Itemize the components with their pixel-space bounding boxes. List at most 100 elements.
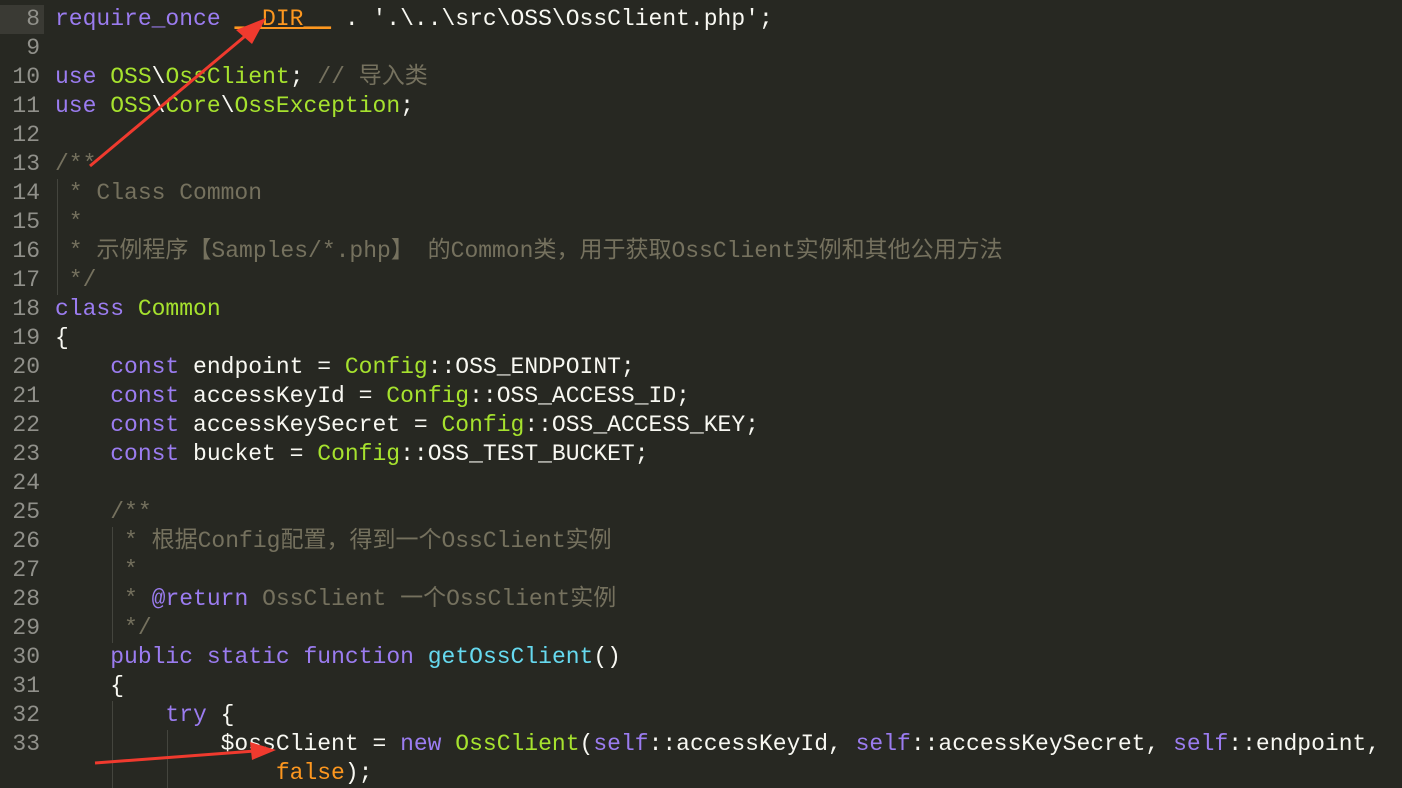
line-number: 19 — [12, 325, 40, 351]
code-line[interactable]: 32 try { — [0, 701, 1402, 730]
code-token: ::OSS_TEST_BUCKET; — [400, 441, 649, 467]
code-line[interactable]: 28 * @return OssClient 一个OssClient实例 — [0, 585, 1402, 614]
code-line[interactable]: 21 const accessKeyId = Config::OSS_ACCES… — [0, 382, 1402, 411]
code-token: * 根据Config配置，得到一个OssClient实例 — [110, 528, 612, 554]
code-line[interactable]: 15 * — [0, 208, 1402, 237]
code-token: { — [55, 673, 125, 699]
code-token: use — [55, 64, 97, 90]
code-text: * 示例程序【Samples/*.php】 的Common类，用于获取OssCl… — [55, 237, 1003, 266]
code-token: bucket = — [179, 441, 318, 467]
code-token: . '.\..\src\OSS\OssClient.php'; — [331, 6, 773, 32]
code-token: ::OSS_ACCESS_KEY; — [524, 412, 759, 438]
code-text: class Common — [55, 295, 221, 324]
line-number: 24 — [12, 470, 40, 496]
code-token: accessKeyId = — [179, 383, 387, 409]
line-number: 29 — [12, 615, 40, 641]
code-line[interactable]: 25 /** — [0, 498, 1402, 527]
code-editor[interactable]: 8 require_once __DIR__ . '.\..\src\OSS\Os… — [0, 5, 1402, 788]
code-token: OSS — [110, 64, 152, 90]
code-line[interactable]: 17 */ — [0, 266, 1402, 295]
code-text: const accessKeySecret = Config::OSS_ACCE… — [55, 411, 759, 440]
code-line[interactable]: 24 — [0, 469, 1402, 498]
code-line[interactable]: 12 — [0, 121, 1402, 150]
code-line[interactable]: 27 * — [0, 556, 1402, 585]
code-line[interactable]: 16 * 示例程序【Samples/*.php】 的Common类，用于获取Os… — [0, 237, 1402, 266]
code-line[interactable]: 19 { — [0, 324, 1402, 353]
code-token: new — [400, 731, 442, 757]
code-text: */ — [55, 266, 97, 295]
code-text: public static function getOssClient() — [55, 643, 621, 672]
code-line[interactable]: 9 — [0, 34, 1402, 63]
code-line[interactable]: 29 */ — [0, 614, 1402, 643]
code-text: /** — [55, 150, 96, 179]
code-token: ::OSS_ENDPOINT; — [427, 354, 635, 380]
code-line[interactable]: 8 require_once __DIR__ . '.\..\src\OSS\Os… — [0, 5, 1402, 34]
code-token: self — [1173, 731, 1229, 757]
code-text: * @return OssClient 一个OssClient实例 — [55, 585, 616, 614]
code-token: ( — [579, 731, 594, 757]
code-text: use OSS\OssClient; // 导入类 — [55, 63, 428, 92]
code-line[interactable]: 23 const bucket = Config::OSS_TEST_BUCKE… — [0, 440, 1402, 469]
code-token: self — [855, 731, 911, 757]
code-line[interactable]: 30 public static function getOssClient() — [0, 643, 1402, 672]
code-token: OssClient — [455, 731, 580, 757]
code-token: */ — [55, 267, 97, 293]
code-text: const endpoint = Config::OSS_ENDPOINT; — [55, 353, 635, 382]
line-number: 11 — [12, 93, 40, 119]
code-token: Config — [344, 354, 428, 380]
code-token: /** — [110, 499, 152, 525]
code-line[interactable]: 26 * 根据Config配置，得到一个OssClient实例 — [0, 527, 1402, 556]
code-text: */ — [55, 614, 152, 643]
code-token: ; — [289, 64, 318, 90]
code-token: * — [55, 209, 83, 235]
code-token: Config — [317, 441, 401, 467]
code-token: getOssClient — [427, 644, 594, 670]
code-token: public — [110, 644, 194, 670]
line-number: 33 — [12, 731, 40, 757]
code-token: accessKeySecret = — [179, 412, 442, 438]
code-line[interactable]: 13 /** — [0, 150, 1402, 179]
code-text: * — [55, 556, 138, 585]
line-number: 16 — [12, 238, 40, 264]
code-token: class — [55, 296, 125, 322]
line-number: 32 — [12, 702, 40, 728]
line-number: 26 — [12, 528, 40, 554]
code-line[interactable]: 10 use OSS\OssClient; // 导入类 — [0, 63, 1402, 92]
code-token: ::OSS_ACCESS_ID; — [469, 383, 690, 409]
code-line[interactable]: 14 * Class Common — [0, 179, 1402, 208]
code-line[interactable]: 33 $ossClient = new OssClient(self::acce… — [0, 730, 1402, 759]
code-text: try { — [55, 701, 234, 730]
code-line[interactable]: 11 use OSS\Core\OssException; — [0, 92, 1402, 121]
code-line[interactable]: 18 class Common — [0, 295, 1402, 324]
line-number: 23 — [12, 441, 40, 467]
code-token: try — [165, 702, 207, 728]
code-text: { — [55, 672, 124, 701]
code-token: ; — [400, 93, 414, 119]
code-text: false); — [55, 759, 373, 788]
code-line[interactable]: 22 const accessKeySecret = Config::OSS_A… — [0, 411, 1402, 440]
code-token: * — [110, 586, 152, 612]
code-token: \ — [151, 64, 166, 90]
code-line[interactable]: 31 { — [0, 672, 1402, 701]
line-number: 20 — [12, 354, 40, 380]
code-token: * Class Common — [55, 180, 263, 206]
line-number: 17 — [12, 267, 40, 293]
code-token: use — [55, 93, 97, 119]
code-token: OSS — [110, 93, 152, 119]
code-line[interactable]: false); — [0, 759, 1402, 788]
code-token: ::endpoint, — [1228, 731, 1381, 757]
code-token: OssClient 一个OssClient实例 — [248, 586, 617, 612]
code-line[interactable]: 20 const endpoint = Config::OSS_ENDPOINT… — [0, 353, 1402, 382]
code-token: Config — [441, 412, 525, 438]
code-token: // 导入类 — [317, 64, 428, 90]
